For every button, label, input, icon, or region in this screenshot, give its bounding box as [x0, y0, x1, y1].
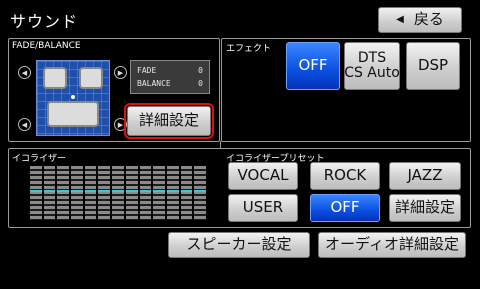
eq-band	[84, 166, 97, 220]
sound-screen: サウンド ◀ 戻る FADE/BALANCE ◀ ▶ ◀ ▶ FADE 0 BA…	[0, 0, 480, 289]
balance-label: BALANCE	[137, 79, 171, 88]
arrow-left-up-icon[interactable]: ◀	[18, 66, 31, 79]
preset-user-button[interactable]: USER	[228, 194, 298, 222]
arrow-left-down-icon[interactable]: ◀	[18, 118, 31, 131]
page-title: サウンド	[10, 12, 79, 31]
eq-band	[153, 166, 165, 220]
front-left-seat-icon	[43, 67, 67, 89]
back-button-label: 戻る	[413, 10, 444, 29]
eq-band	[30, 166, 42, 220]
preset-rock-button[interactable]: ROCK	[310, 162, 380, 190]
equalizer-label: イコライザー	[12, 154, 67, 164]
speaker-settings-button[interactable]: スピーカー設定	[168, 232, 310, 258]
preset-off-button[interactable]: OFF	[310, 194, 380, 222]
fade-value: 0	[198, 66, 203, 75]
arrow-right-down-icon[interactable]: ▶	[114, 118, 127, 131]
eq-band	[71, 166, 83, 220]
eq-band	[43, 166, 56, 220]
audio-detail-settings-button[interactable]: オーディオ詳細設定	[318, 232, 466, 258]
equalizer-graph[interactable]	[30, 166, 206, 220]
rear-seat-icon	[47, 101, 99, 127]
preset-jazz-button[interactable]: JAZZ	[389, 162, 461, 190]
eq-band	[180, 166, 193, 220]
eq-band	[139, 166, 152, 220]
panel-divider	[220, 141, 221, 148]
fade-balance-pad[interactable]	[36, 60, 110, 136]
eq-band	[166, 166, 179, 220]
effect-dsp-button[interactable]: DSP	[406, 42, 460, 90]
eq-band	[57, 166, 70, 220]
fade-balance-detail-button[interactable]: 詳細設定	[124, 103, 214, 139]
fade-balance-readout: FADE 0 BALANCE 0	[130, 60, 210, 94]
preset-detail-button[interactable]: 詳細設定	[389, 194, 461, 222]
fade-balance-label: FADE/BALANCE	[12, 41, 81, 51]
back-button[interactable]: ◀ 戻る	[378, 7, 462, 33]
effect-label: エフェクト	[226, 44, 272, 54]
front-right-seat-icon	[79, 67, 103, 89]
eq-band	[112, 166, 124, 220]
balance-value: 0	[198, 79, 203, 88]
effect-off-button[interactable]: OFF	[286, 42, 340, 90]
eq-band	[125, 166, 138, 220]
arrow-right-up-icon[interactable]: ▶	[114, 66, 127, 79]
fade-label: FADE	[137, 66, 157, 75]
eq-band	[194, 166, 206, 220]
preset-vocal-button[interactable]: VOCAL	[228, 162, 298, 190]
eq-band	[98, 166, 111, 220]
left-triangle-icon: ◀	[396, 13, 404, 25]
effect-dts-cs-auto-button[interactable]: DTS CS Auto	[344, 42, 400, 90]
balance-position-dot[interactable]	[69, 93, 77, 101]
